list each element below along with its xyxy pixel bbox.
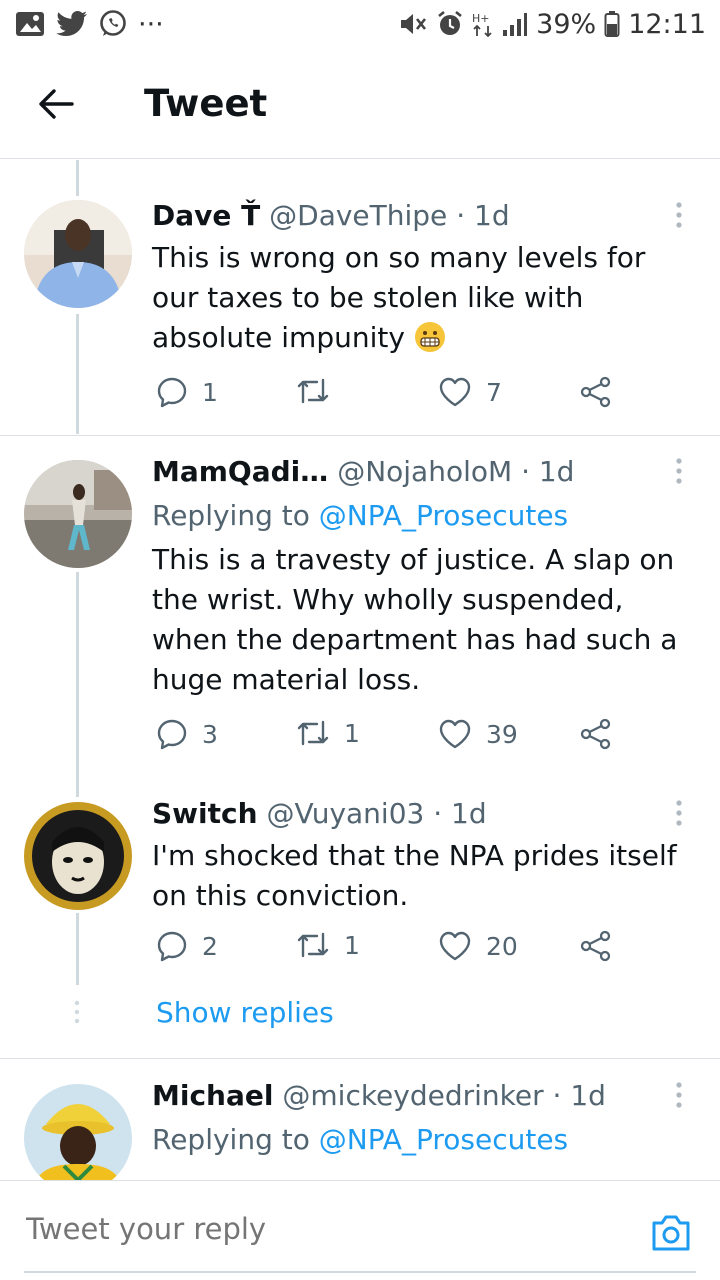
- more-vertical-icon[interactable]: [664, 798, 694, 828]
- replying-to-link[interactable]: @NPA_Prosecutes: [319, 499, 568, 532]
- show-replies-link[interactable]: Show replies: [156, 996, 334, 1029]
- avatar[interactable]: [24, 1084, 132, 1180]
- thread-line: [76, 314, 79, 434]
- reply-count: 2: [202, 931, 218, 961]
- share-icon: [580, 718, 611, 750]
- like-count: 7: [486, 377, 502, 407]
- like-count: 20: [486, 931, 518, 961]
- replying-to: Replying to @NPA_Prosecutes: [152, 496, 690, 536]
- display-name[interactable]: Michael: [152, 1079, 273, 1112]
- display-name[interactable]: Dave Ť: [152, 199, 260, 232]
- retweet-count: 1: [344, 930, 360, 960]
- handle[interactable]: @Vuyani03: [266, 797, 424, 830]
- thread-line: [76, 572, 79, 797]
- retweet-icon: [297, 378, 329, 404]
- share-button[interactable]: [580, 718, 612, 750]
- share-button[interactable]: [580, 930, 612, 962]
- tweet[interactable]: Michael @mickeydedrinker · 1d Replying t…: [0, 1076, 720, 1180]
- retweet-button[interactable]: [296, 376, 344, 406]
- handle[interactable]: @mickeydedrinker: [282, 1079, 543, 1112]
- back-arrow-icon[interactable]: [36, 84, 76, 124]
- tweet-meta: Dave Ť @DaveThipe · 1d: [152, 198, 690, 234]
- grimacing-face-icon: [414, 322, 445, 352]
- tweet-meta: Michael @mickeydedrinker · 1d: [152, 1078, 690, 1114]
- tweet-text-content: This is wrong on so many levels for our …: [152, 241, 646, 354]
- battery-percent: 39%: [536, 8, 597, 40]
- svg-text:H+: H+: [472, 12, 490, 25]
- like-button[interactable]: 39: [438, 718, 518, 750]
- timestamp: · 1d: [552, 1079, 606, 1112]
- tweet-meta: Switch @Vuyani03 · 1d: [152, 796, 690, 832]
- replying-to-label: Replying to: [152, 499, 310, 532]
- retweet-button[interactable]: 1: [296, 930, 360, 960]
- more-vertical-icon[interactable]: [664, 456, 694, 486]
- timestamp: · 1d: [456, 199, 510, 232]
- signal-icon: [503, 13, 528, 36]
- whatsapp-icon: [100, 10, 126, 36]
- more-vertical-icon[interactable]: [664, 200, 694, 230]
- like-count: 39: [486, 719, 518, 749]
- reply-count: 1: [202, 377, 218, 407]
- status-bar: ··· H+ 39% 12:11: [0, 0, 720, 48]
- tweet-text: This is a travesty of justice. A slap on…: [152, 543, 678, 696]
- retweet-icon: [297, 720, 329, 746]
- camera-icon[interactable]: [650, 1211, 692, 1253]
- avatar[interactable]: [24, 460, 132, 568]
- share-icon: [580, 930, 611, 962]
- gallery-icon: [16, 12, 44, 36]
- mute-icon: [401, 14, 427, 34]
- share-icon: [580, 376, 611, 408]
- reply-input-underline: [24, 1271, 696, 1273]
- more-vertical-icon[interactable]: [664, 1080, 694, 1110]
- tweet-text: I'm shocked that the NPA prides itself o…: [152, 839, 677, 912]
- share-button[interactable]: [580, 376, 612, 408]
- page-title: Tweet: [144, 82, 268, 125]
- retweet-count: 1: [344, 718, 360, 748]
- like-button[interactable]: 7: [438, 376, 502, 408]
- timestamp: · 1d: [433, 797, 487, 830]
- replying-to-link[interactable]: @NPA_Prosecutes: [319, 1123, 568, 1156]
- divider: [0, 435, 720, 436]
- thread-line: [76, 160, 79, 196]
- more-notifications: ···: [138, 8, 164, 40]
- reply-input[interactable]: [24, 1211, 628, 1247]
- top-app-bar: Tweet: [0, 48, 720, 159]
- avatar[interactable]: [24, 200, 132, 308]
- retweet-button[interactable]: 1: [296, 718, 360, 748]
- like-button[interactable]: 20: [438, 930, 518, 962]
- timestamp: · 1d: [521, 455, 575, 488]
- reply-button[interactable]: 3: [156, 718, 218, 750]
- handle[interactable]: @DaveThipe: [269, 199, 447, 232]
- alarm-icon: [438, 10, 462, 35]
- reply-composer: [0, 1180, 720, 1280]
- like-icon: [439, 931, 471, 961]
- reply-icon: [157, 931, 187, 962]
- battery-icon: [604, 11, 620, 37]
- replying-to: Replying to @NPA_Prosecutes: [152, 1120, 690, 1160]
- replying-to-label: Replying to: [152, 1123, 310, 1156]
- display-name[interactable]: MamQadi…: [152, 455, 328, 488]
- reply-icon: [157, 377, 187, 408]
- avatar[interactable]: [24, 802, 132, 910]
- like-icon: [439, 377, 471, 407]
- data-icon: H+: [472, 12, 492, 38]
- tweet-meta: MamQadi… @NojaholoM · 1d: [152, 454, 690, 490]
- reply-button[interactable]: 2: [156, 930, 218, 962]
- tweet-text: This is wrong on so many levels for our …: [152, 238, 690, 358]
- clock: 12:11: [628, 8, 706, 40]
- twitter-icon: [56, 11, 87, 36]
- display-name[interactable]: Switch: [152, 797, 258, 830]
- thread-line: [76, 913, 79, 985]
- retweet-icon: [297, 932, 329, 958]
- reply-count: 3: [202, 719, 218, 749]
- reply-button[interactable]: 1: [156, 376, 218, 408]
- divider: [0, 1058, 720, 1059]
- like-icon: [439, 719, 471, 749]
- thread-more-dots-icon: [74, 1000, 80, 1024]
- reply-icon: [157, 719, 187, 750]
- handle[interactable]: @NojaholoM: [337, 455, 512, 488]
